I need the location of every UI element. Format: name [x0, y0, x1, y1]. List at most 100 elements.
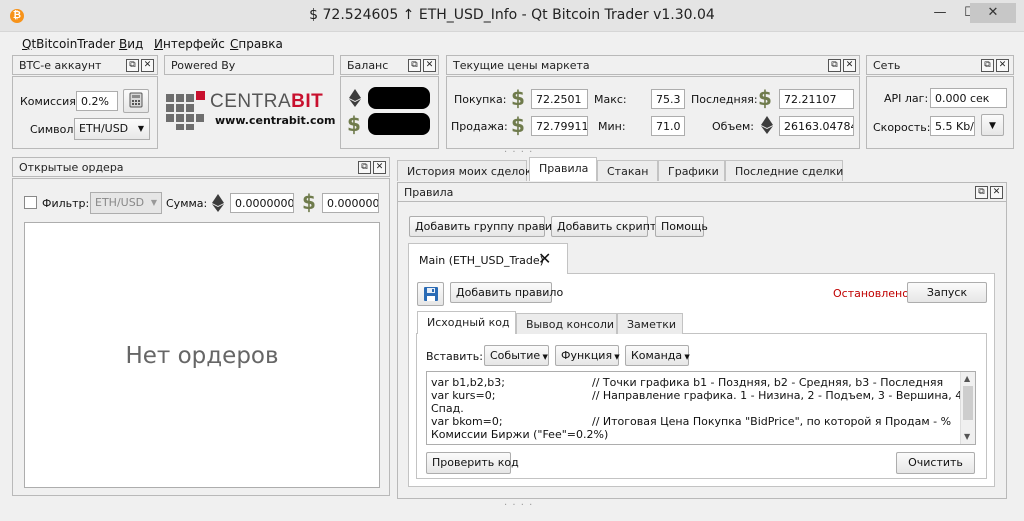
speed-dropdown-button[interactable]: ▼: [981, 114, 1004, 136]
dropdown-arrow-icon: ▼: [989, 121, 996, 131]
ethereum-icon: [761, 116, 773, 137]
market-panel-title: Текущие цены маркета: [446, 55, 860, 75]
dollar-icon: $: [511, 113, 525, 137]
insert-command-button[interactable]: Команда ▼: [625, 345, 690, 366]
tab-trade-history[interactable]: История моих сделок: [397, 160, 532, 181]
symbol-label: Символ:: [30, 123, 78, 136]
insert-event-button[interactable]: Событие ▼: [484, 345, 549, 366]
splitter-handle[interactable]: · · · ·: [504, 500, 533, 511]
eth-balance-redacted: [368, 87, 430, 109]
panel-title-text: Правила: [404, 186, 454, 199]
dollar-icon: $: [511, 86, 525, 110]
float-icon[interactable]: ⧉: [828, 59, 841, 72]
add-rule-button[interactable]: Добавить правило: [450, 282, 563, 303]
code-line: var b1,b2,b3;: [431, 376, 505, 389]
tab-charts[interactable]: Графики: [658, 160, 725, 181]
speed-label: Скорость:: [873, 121, 931, 134]
code-scrollbar[interactable]: ▲ ▼: [960, 372, 975, 444]
close-icon[interactable]: ✕: [990, 186, 1003, 199]
filter-select[interactable]: ETH/USD ▼: [90, 192, 162, 214]
symbol-value: ETH/USD: [79, 122, 129, 135]
scroll-up-icon[interactable]: ▲: [964, 374, 970, 383]
max-price-field[interactable]: 75.3: [651, 89, 685, 109]
add-script-button[interactable]: Добавить скрипт: [551, 216, 656, 237]
tab-source-code[interactable]: Исходный код: [417, 311, 516, 334]
menu-interface[interactable]: Интерфейс: [154, 37, 225, 51]
symbol-select[interactable]: ETH/USD ▼: [74, 118, 150, 140]
check-code-button[interactable]: Проверить код: [426, 452, 519, 474]
buy-price-field[interactable]: 72.2501: [531, 89, 588, 109]
tab-last-trades[interactable]: Последние сделки: [725, 160, 843, 181]
brand-part-a: CENTRA: [210, 91, 292, 112]
brand-url[interactable]: www.centrabit.com: [215, 114, 336, 127]
save-icon: [423, 287, 438, 301]
volume-field[interactable]: 26163.04784: [779, 116, 854, 136]
speed-field[interactable]: 5.5 Kb/s: [930, 116, 975, 136]
rule-group-tab[interactable]: Main (ETH_USD_Trade) ✕: [408, 243, 568, 274]
insert-command-label: Команда: [631, 349, 683, 362]
insert-function-button[interactable]: Функция ▼: [555, 345, 620, 366]
panel-title-text: Сеть: [873, 59, 901, 72]
float-icon[interactable]: ⧉: [981, 59, 994, 72]
api-lag-field[interactable]: 0.000 сек: [930, 88, 1007, 108]
menu-mnemonic: В: [119, 37, 128, 51]
close-icon[interactable]: ✕: [423, 59, 436, 72]
sell-label: Продажа:: [451, 120, 508, 133]
close-icon[interactable]: ✕: [141, 59, 154, 72]
filter-label: Фильтр:: [42, 197, 90, 210]
last-price-field[interactable]: 72.21107: [779, 89, 854, 109]
close-tab-icon[interactable]: ✕: [538, 249, 551, 268]
menu-view[interactable]: Вид: [119, 37, 143, 51]
fee-field[interactable]: 0.2%: [76, 91, 118, 111]
code-clip: [427, 441, 959, 444]
min-label: Мин:: [598, 120, 626, 133]
minimize-button[interactable]: —: [926, 3, 954, 23]
float-icon[interactable]: ⧉: [408, 59, 421, 72]
buy-label: Покупка:: [454, 93, 507, 106]
close-window-button[interactable]: ✕: [970, 3, 1016, 23]
close-icon[interactable]: ✕: [373, 161, 386, 174]
orders-panel-title: Открытые ордера: [12, 157, 390, 177]
float-icon[interactable]: ⧉: [126, 59, 139, 72]
tab-notes[interactable]: Заметки: [617, 313, 683, 334]
network-panel: [866, 76, 1014, 149]
clear-button[interactable]: Очистить: [896, 452, 975, 474]
close-icon[interactable]: ✕: [843, 59, 856, 72]
code-line: var bkom=0;: [431, 415, 503, 428]
float-icon[interactable]: ⧉: [358, 161, 371, 174]
usd-balance-redacted: [368, 113, 430, 135]
splitter-handle[interactable]: · · · ·: [504, 147, 533, 158]
float-icon[interactable]: ⧉: [975, 186, 988, 199]
menu-qtbitcointrader[interactable]: QtBitcoinTrader: [22, 37, 115, 51]
menu-help[interactable]: Справка: [230, 37, 283, 51]
rule-group-tab-label: Main (ETH_USD_Trade): [419, 254, 544, 267]
panel-title-text: BTC-e аккаунт: [19, 59, 102, 72]
last-label: Последняя:: [691, 93, 758, 106]
sum-usd-field[interactable]: 0.00000000: [322, 193, 379, 213]
tab-orderbook[interactable]: Стакан: [597, 160, 658, 181]
help-button[interactable]: Помощь: [655, 216, 708, 237]
scroll-down-icon[interactable]: ▼: [964, 432, 970, 441]
tab-console-output[interactable]: Вывод консоли: [516, 313, 617, 334]
dollar-icon: $: [347, 112, 361, 136]
sell-price-field[interactable]: 72.79911: [531, 116, 588, 136]
filter-checkbox[interactable]: [24, 196, 37, 209]
brand-name: CENTRABIT: [210, 91, 323, 113]
calculator-button[interactable]: [123, 89, 149, 113]
status-label: Остановлено: [833, 287, 909, 300]
menu-label: нтерфейс: [162, 37, 225, 51]
dropdown-arrow-icon: ▼: [137, 124, 144, 133]
insert-function-label: Функция: [561, 349, 613, 362]
start-button[interactable]: Запуск: [907, 282, 987, 303]
sum-eth-field[interactable]: 0.00000000: [230, 193, 294, 213]
add-rule-group-button[interactable]: Добавить группу правил: [409, 216, 559, 237]
close-icon[interactable]: ✕: [996, 59, 1009, 72]
dollar-icon: $: [758, 86, 772, 110]
empty-orders-text: Нет ордеров: [125, 343, 279, 369]
tab-rules[interactable]: Правила: [529, 157, 597, 181]
save-button[interactable]: [417, 282, 444, 306]
code-comment: // Направление графика. 1 - Низина, 2 - …: [592, 389, 970, 402]
min-price-field[interactable]: 71.0: [651, 116, 685, 136]
scroll-thumb[interactable]: [963, 386, 973, 420]
sum-label: Сумма:: [166, 197, 208, 210]
